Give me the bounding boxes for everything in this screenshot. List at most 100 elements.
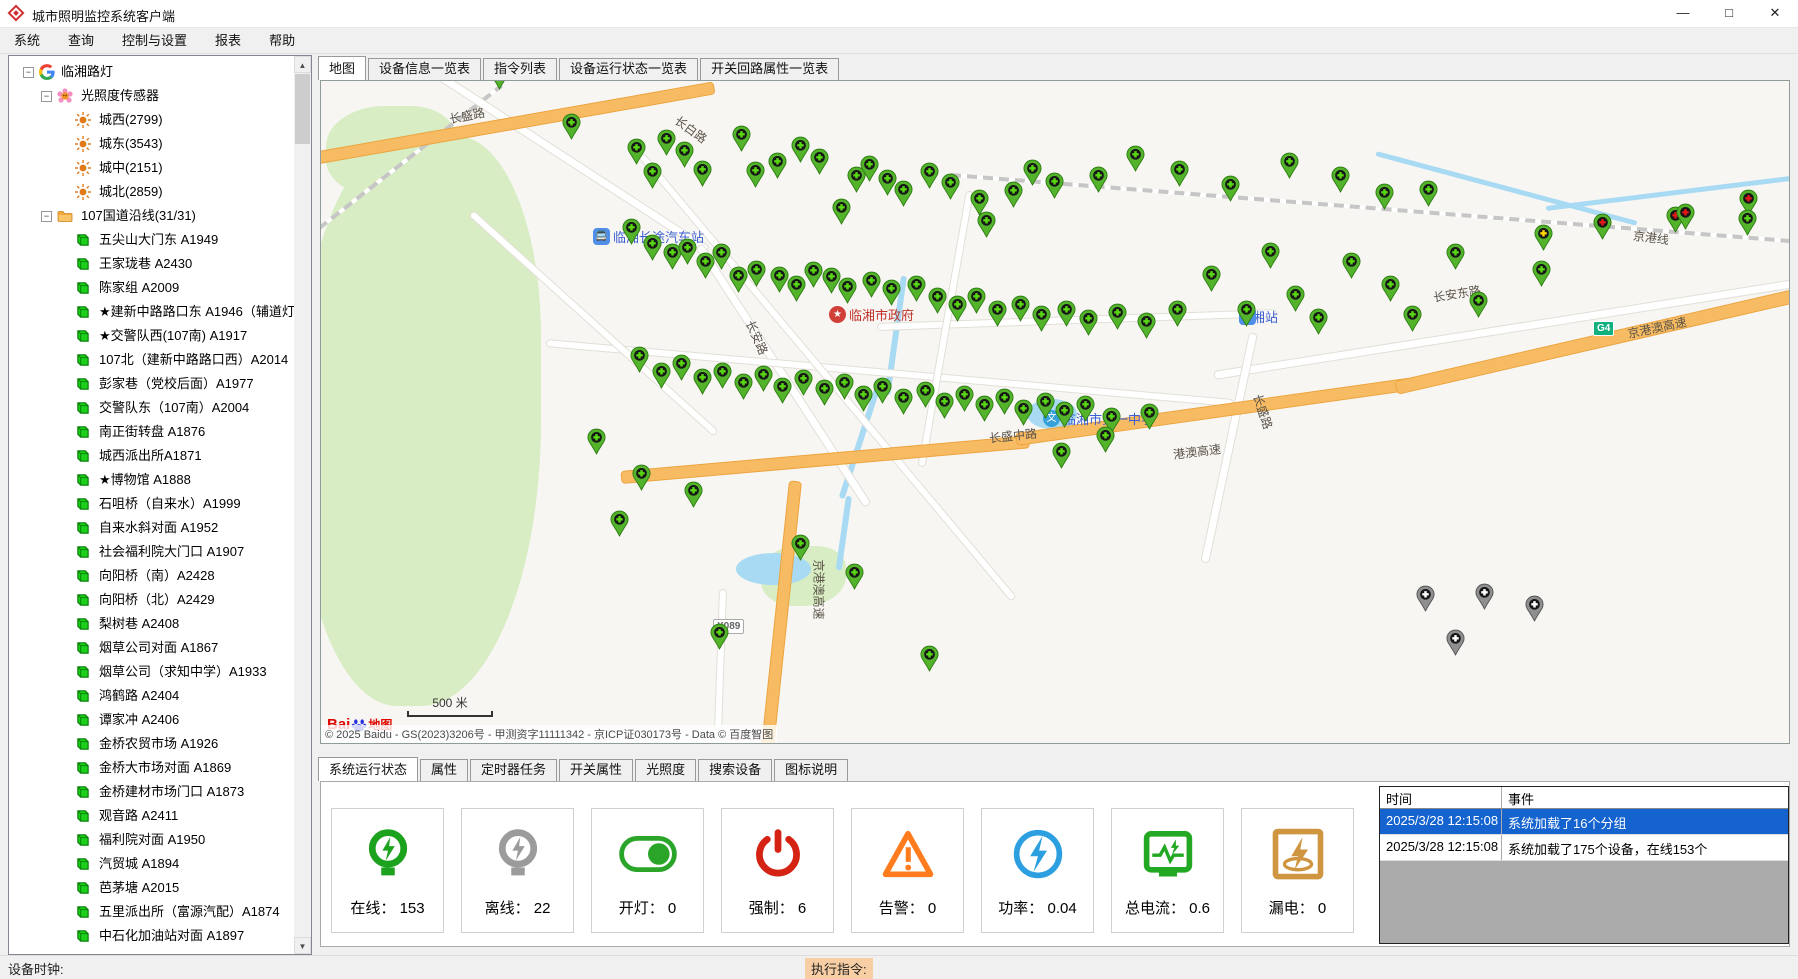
device-pin-online[interactable]: [920, 162, 939, 194]
tree-item-device[interactable]: 中石化加油站对面 A1897: [9, 924, 296, 948]
tree-root[interactable]: −临湘路灯: [9, 60, 296, 84]
device-pin-online[interactable]: [1137, 312, 1156, 344]
device-pin-online[interactable]: [787, 275, 806, 307]
device-pin-online[interactable]: [490, 80, 509, 95]
device-pin-online[interactable]: [1036, 392, 1055, 424]
device-pin-online[interactable]: [791, 136, 810, 168]
device-pin-online[interactable]: [838, 277, 857, 309]
tree-item-device[interactable]: 自来水斜对面 A1952: [9, 516, 296, 540]
menu-help[interactable]: 帮助: [255, 28, 309, 54]
device-pin-alarm[interactable]: [1676, 203, 1695, 235]
device-pin-online[interactable]: [684, 481, 703, 513]
device-pin-online[interactable]: [1446, 243, 1465, 275]
tree-item-sensor[interactable]: 城西(2799): [9, 108, 296, 132]
tab-properties[interactable]: 属性: [420, 759, 468, 781]
device-pin-online[interactable]: [1469, 291, 1488, 323]
device-pin-online[interactable]: [1108, 303, 1127, 335]
device-pin-online[interactable]: [1280, 152, 1299, 184]
tree-item-device[interactable]: 向阳桥（南）A2428: [9, 564, 296, 588]
device-pin-online[interactable]: [1221, 175, 1240, 207]
device-pin-online[interactable]: [773, 377, 792, 409]
device-pin-online[interactable]: [1237, 300, 1256, 332]
device-pin-online[interactable]: [995, 388, 1014, 420]
tree-item-device[interactable]: 彭家巷（党校后面）A1977: [9, 372, 296, 396]
device-pin-online[interactable]: [622, 218, 641, 250]
device-pin-online[interactable]: [1170, 160, 1189, 192]
device-pin-online[interactable]: [882, 279, 901, 311]
tree-item-device[interactable]: 观音路 A2411: [9, 804, 296, 828]
device-pin-online[interactable]: [1004, 181, 1023, 213]
tab-command-list[interactable]: 指令列表: [483, 58, 557, 80]
device-pin-online[interactable]: [835, 373, 854, 405]
tab-illuminance[interactable]: 光照度: [635, 759, 696, 781]
device-pin-online[interactable]: [729, 266, 748, 298]
tab-device-status-list[interactable]: 设备运行状态一览表: [559, 58, 698, 80]
tree-item-device[interactable]: 梨树巷 A2408: [9, 612, 296, 636]
tree-item-device[interactable]: ★博物馆 A1888: [9, 468, 296, 492]
device-pin-online[interactable]: [916, 381, 935, 413]
device-pin-online[interactable]: [845, 563, 864, 595]
tree-item-device[interactable]: 谭家冲 A2406: [9, 708, 296, 732]
device-pin-offline[interactable]: [1416, 585, 1435, 617]
expand-toggle-icon[interactable]: −: [41, 91, 52, 102]
device-pin-online[interactable]: [810, 148, 829, 180]
device-pin-online[interactable]: [710, 623, 729, 655]
device-pin-online[interactable]: [794, 369, 813, 401]
device-pin-online[interactable]: [873, 377, 892, 409]
device-pin-online[interactable]: [643, 234, 662, 266]
event-log-row[interactable]: 2025/3/28 12:15:08 系统加载了16个分组: [1380, 809, 1788, 835]
menu-system[interactable]: 系统: [0, 28, 54, 54]
device-pin-online[interactable]: [1168, 300, 1187, 332]
device-pin-online[interactable]: [1738, 209, 1757, 241]
tree-item-device[interactable]: 城西派出所A1871: [9, 444, 296, 468]
device-pin-online[interactable]: [854, 385, 873, 417]
tab-icon-legend[interactable]: 图标说明: [774, 759, 848, 781]
device-pin-online[interactable]: [693, 368, 712, 400]
tree-item-sensor[interactable]: 城东(3543): [9, 132, 296, 156]
device-pin-online[interactable]: [1076, 395, 1095, 427]
menu-control-settings[interactable]: 控制与设置: [108, 28, 201, 54]
device-pin-online[interactable]: [768, 152, 787, 184]
device-pin-warn[interactable]: [1534, 224, 1553, 256]
device-pin-online[interactable]: [894, 180, 913, 212]
tab-switch-props[interactable]: 开关属性: [559, 759, 633, 781]
device-pin-online[interactable]: [1140, 403, 1159, 435]
device-pin-online[interactable]: [988, 300, 1007, 332]
tree-item-device[interactable]: 向阳桥（北）A2429: [9, 588, 296, 612]
device-pin-online[interactable]: [977, 211, 996, 243]
device-pin-online[interactable]: [1286, 285, 1305, 317]
device-pin-online[interactable]: [1126, 145, 1145, 177]
device-pin-online[interactable]: [1011, 295, 1030, 327]
tree-item-device[interactable]: 社会福利院大门口 A1907: [9, 540, 296, 564]
device-pin-online[interactable]: [804, 261, 823, 293]
tab-device-info-list[interactable]: 设备信息一览表: [368, 58, 481, 80]
device-pin-online[interactable]: [862, 271, 881, 303]
tree-item-device[interactable]: 陈家组 A2009: [9, 276, 296, 300]
tree-item-device[interactable]: 五里派出所（富源汽配）A1874: [9, 900, 296, 924]
device-pin-online[interactable]: [955, 385, 974, 417]
device-pin-online[interactable]: [1089, 166, 1108, 198]
device-pin-online[interactable]: [1419, 180, 1438, 212]
tree-item-device[interactable]: 金桥建材市场门口 A1873: [9, 780, 296, 804]
device-pin-online[interactable]: [975, 395, 994, 427]
tree-item-sensor[interactable]: 城中(2151): [9, 156, 296, 180]
device-pin-online[interactable]: [1403, 305, 1422, 337]
device-pin-online[interactable]: [967, 287, 986, 319]
device-pin-online[interactable]: [747, 260, 766, 292]
device-pin-online[interactable]: [1032, 305, 1051, 337]
device-pin-online[interactable]: [1532, 260, 1551, 292]
device-pin-online[interactable]: [1381, 275, 1400, 307]
tree-item-device[interactable]: 金桥农贸市场 A1926: [9, 732, 296, 756]
menu-query[interactable]: 查询: [54, 28, 108, 54]
tree-item-device[interactable]: 汽贸城 A1894: [9, 852, 296, 876]
device-pin-online[interactable]: [713, 362, 732, 394]
map-canvas[interactable]: 长盛路长白路长安路长盛中路港澳高速长盛路长安东路京港线京港澳高速京港澳高速G4X…: [320, 80, 1790, 744]
tree-item-device[interactable]: 金桥大市场对面 A1869: [9, 756, 296, 780]
device-pin-offline[interactable]: [1525, 595, 1544, 627]
tree-item-device[interactable]: 石咀桥（自来水）A1999: [9, 492, 296, 516]
scroll-up-icon[interactable]: ▲: [294, 56, 311, 73]
device-pin-online[interactable]: [935, 392, 954, 424]
device-pin-online[interactable]: [562, 113, 581, 145]
device-pin-online[interactable]: [894, 388, 913, 420]
tree-item-device[interactable]: 鸿鹤路 A2404: [9, 684, 296, 708]
